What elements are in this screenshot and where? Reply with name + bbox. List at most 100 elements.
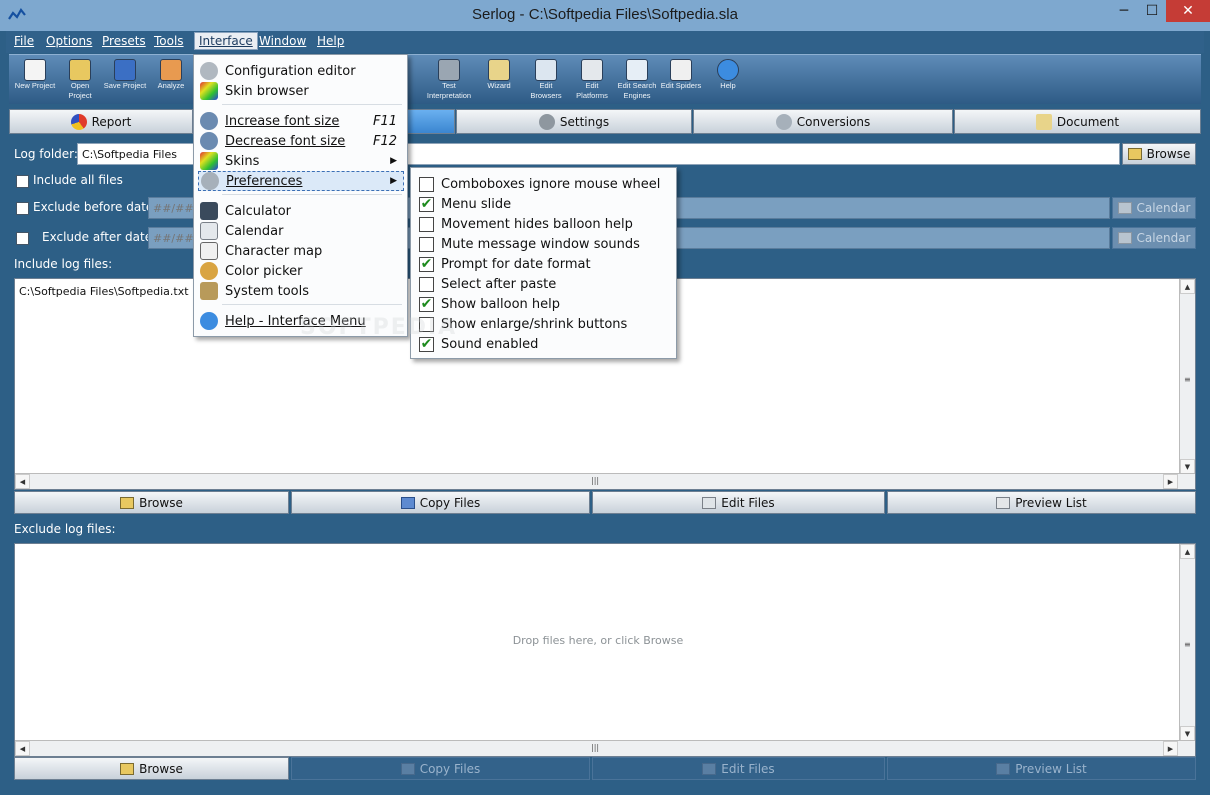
menu-presets[interactable]: Presets [102, 34, 146, 48]
checkbox-checked[interactable]: ✔ [419, 256, 434, 272]
tab-settings[interactable]: Settings [456, 109, 692, 134]
scroll-down-arrow[interactable]: ▼ [1180, 459, 1195, 474]
save-project-button[interactable]: Save Project [103, 57, 147, 103]
edit-files-icon [702, 762, 717, 775]
tab-report[interactable]: Report [9, 109, 193, 134]
edit-platforms-button[interactable]: Edit Platforms [569, 57, 615, 103]
pref-mute-message-window-sounds[interactable]: Mute message window sounds [419, 234, 640, 254]
menu-tools[interactable]: Tools [154, 34, 184, 48]
exclude-copy-files-button[interactable]: Copy Files [291, 757, 590, 780]
log-folder-label: Log folder: [14, 147, 78, 161]
scroll-right-arrow[interactable]: ▶ [1163, 741, 1178, 756]
menu-item-calendar[interactable]: Calendar [194, 221, 407, 241]
edit-files-icon [702, 496, 717, 509]
menu-item-decrease-font-size[interactable]: Decrease font size F12 [194, 131, 407, 151]
exclude-preview-list-button[interactable]: Preview List [887, 757, 1196, 780]
tab-document[interactable]: Document [954, 109, 1201, 134]
checkbox-checked[interactable]: ✔ [419, 196, 434, 212]
save-project-icon [114, 59, 136, 81]
analyze-button[interactable]: Analyze [151, 57, 191, 103]
character-map-icon [200, 242, 218, 260]
edit-browsers-button[interactable]: Edit Browsers [524, 57, 568, 103]
menu-bar: File Options Presets Tools Interface Win… [6, 31, 1204, 53]
pref-prompt-for-date-format[interactable]: ✔ Prompt for date format [419, 254, 591, 274]
include-log-files-label: Include log files: [14, 257, 113, 271]
menu-item-increase-font-size[interactable]: Increase font size F11 [194, 111, 407, 131]
toolbar: New Project Open Project Save Project An… [9, 54, 1201, 104]
menu-item-color-picker[interactable]: Color picker [194, 261, 407, 281]
exclude-edit-files-button[interactable]: Edit Files [592, 757, 885, 780]
calendar-icon [1117, 202, 1132, 214]
pref-show-balloon-help[interactable]: ✔ Show balloon help [419, 294, 560, 314]
scroll-down-arrow[interactable]: ▼ [1180, 726, 1195, 741]
exclude-after-checkbox[interactable] [16, 232, 29, 245]
exclude-files-list[interactable]: Drop files here, or click Browse ▲ ≡ ▼ ◀… [14, 543, 1196, 757]
pref-movement-hides-balloon-help[interactable]: Movement hides balloon help [419, 214, 633, 234]
pref-menu-slide[interactable]: ✔ Menu slide [419, 194, 511, 214]
minimize-button[interactable]: ─ [1110, 0, 1138, 22]
pref-select-after-paste[interactable]: Select after paste [419, 274, 556, 294]
include-all-checkbox[interactable] [16, 175, 29, 188]
menu-options[interactable]: Options [46, 34, 92, 48]
menu-item-skin-browser[interactable]: Skin browser [194, 81, 407, 101]
help-button[interactable]: Help [707, 57, 749, 103]
exclude-after-calendar-button[interactable]: Calendar [1112, 227, 1196, 249]
checkbox-checked[interactable]: ✔ [419, 296, 434, 312]
edit-spiders-button[interactable]: Edit Spiders [660, 57, 702, 103]
menu-separator [222, 104, 402, 105]
system-tools-icon [200, 282, 218, 300]
include-copy-files-button[interactable]: Copy Files [291, 491, 590, 514]
scroll-grip-icon: ≡ [1184, 375, 1191, 384]
checkbox[interactable] [419, 216, 434, 232]
exclude-before-checkbox[interactable] [16, 202, 29, 215]
menu-item-configuration-editor[interactable]: Configuration editor [194, 61, 407, 81]
color-picker-icon [200, 262, 218, 280]
include-all-label: Include all files [33, 173, 123, 187]
vertical-scrollbar[interactable]: ▲ ≡ ▼ [1179, 544, 1195, 741]
test-interpretation-button[interactable]: Test Interpretation [421, 57, 477, 103]
new-project-button[interactable]: New Project [13, 57, 57, 103]
menu-interface[interactable]: Interface [194, 32, 258, 50]
scroll-right-arrow[interactable]: ▶ [1163, 474, 1178, 489]
close-button[interactable]: ✕ [1166, 0, 1210, 22]
menu-item-skins[interactable]: Skins ▶ [194, 151, 407, 171]
edit-search-engines-button[interactable]: Edit Search Engines [615, 57, 659, 103]
scroll-left-arrow[interactable]: ◀ [15, 474, 30, 489]
scroll-left-arrow[interactable]: ◀ [15, 741, 30, 756]
wizard-button[interactable]: Wizard [481, 57, 517, 103]
checkbox[interactable] [419, 276, 434, 292]
exclude-browse-button[interactable]: Browse [14, 757, 289, 780]
scroll-up-arrow[interactable]: ▲ [1180, 544, 1195, 559]
open-project-button[interactable]: Open Project [59, 57, 101, 103]
preferences-icon [201, 172, 219, 190]
pref-comboboxes-ignore-mouse-wheel[interactable]: Comboboxes ignore mouse wheel [419, 174, 660, 194]
menu-item-calculator[interactable]: Calculator [194, 201, 407, 221]
scroll-up-arrow[interactable]: ▲ [1180, 279, 1195, 294]
list-item[interactable]: C:\Softpedia Files\Softpedia.txt [19, 285, 189, 298]
menu-help[interactable]: Help [317, 34, 344, 48]
include-preview-list-button[interactable]: Preview List [887, 491, 1196, 514]
include-edit-files-button[interactable]: Edit Files [592, 491, 885, 514]
menu-file[interactable]: File [14, 34, 34, 48]
folder-icon [1127, 148, 1142, 160]
menu-item-preferences[interactable]: Preferences ▶ [198, 171, 404, 191]
horizontal-scrollbar[interactable]: ◀ ||| ▶ [15, 740, 1195, 756]
folder-icon [120, 762, 135, 775]
checkbox[interactable] [419, 236, 434, 252]
vertical-scrollbar[interactable]: ▲ ≡ ▼ [1179, 279, 1195, 474]
menu-item-system-tools[interactable]: System tools [194, 281, 407, 301]
checkbox[interactable] [419, 176, 434, 192]
include-browse-button[interactable]: Browse [14, 491, 289, 514]
exclude-before-calendar-button[interactable]: Calendar [1112, 197, 1196, 219]
edit-spiders-icon [670, 59, 692, 81]
edit-search-engines-icon [626, 59, 648, 81]
log-folder-browse-button[interactable]: Browse [1122, 143, 1196, 165]
maximize-button[interactable]: ☐ [1138, 0, 1166, 22]
menu-window[interactable]: Window [259, 34, 306, 48]
test-interpretation-icon [438, 59, 460, 81]
edit-platforms-icon [581, 59, 603, 81]
menu-item-character-map[interactable]: Character map [194, 241, 407, 261]
horizontal-scrollbar[interactable]: ◀ ||| ▶ [15, 473, 1195, 489]
copy-files-icon [400, 762, 415, 775]
tab-conversions[interactable]: Conversions [693, 109, 953, 134]
